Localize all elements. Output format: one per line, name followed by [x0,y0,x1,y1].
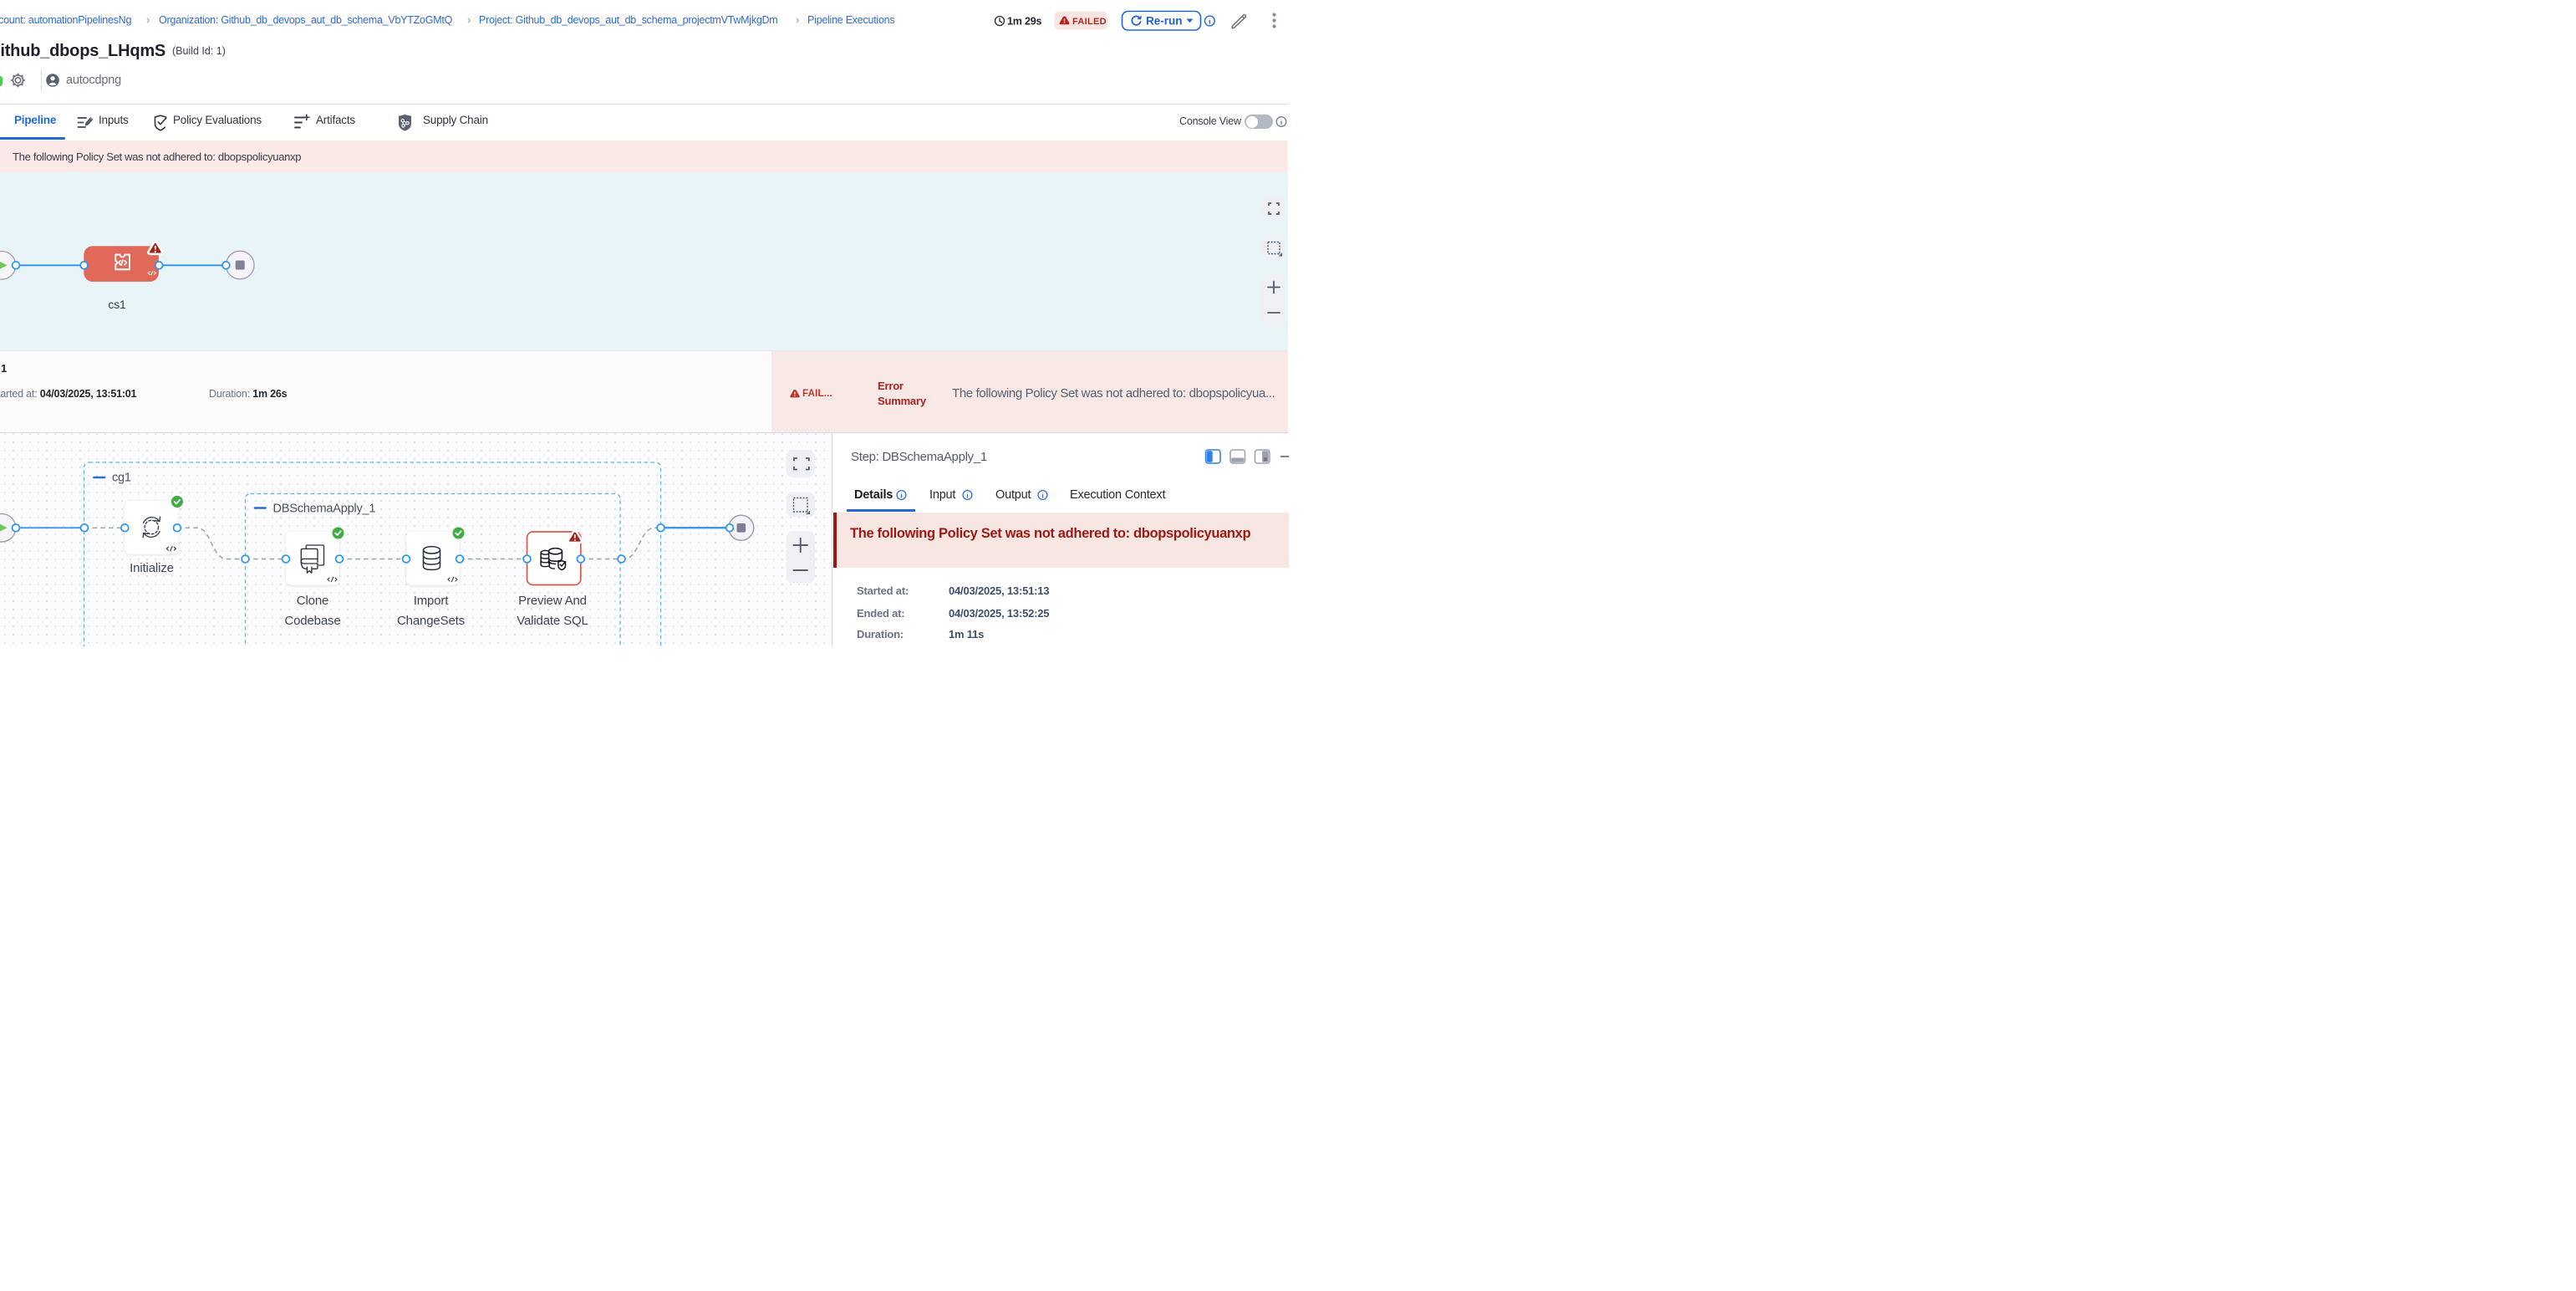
svg-text:cg1: cg1 [112,472,131,485]
svg-text:Re-run: Re-run [1146,15,1183,28]
svg-text:DBSchemaApply_1: DBSchemaApply_1 [273,503,376,516]
svg-text:1m 29s: 1m 29s [1007,16,1041,28]
svg-text:FAILED: FAILED [1072,17,1107,27]
